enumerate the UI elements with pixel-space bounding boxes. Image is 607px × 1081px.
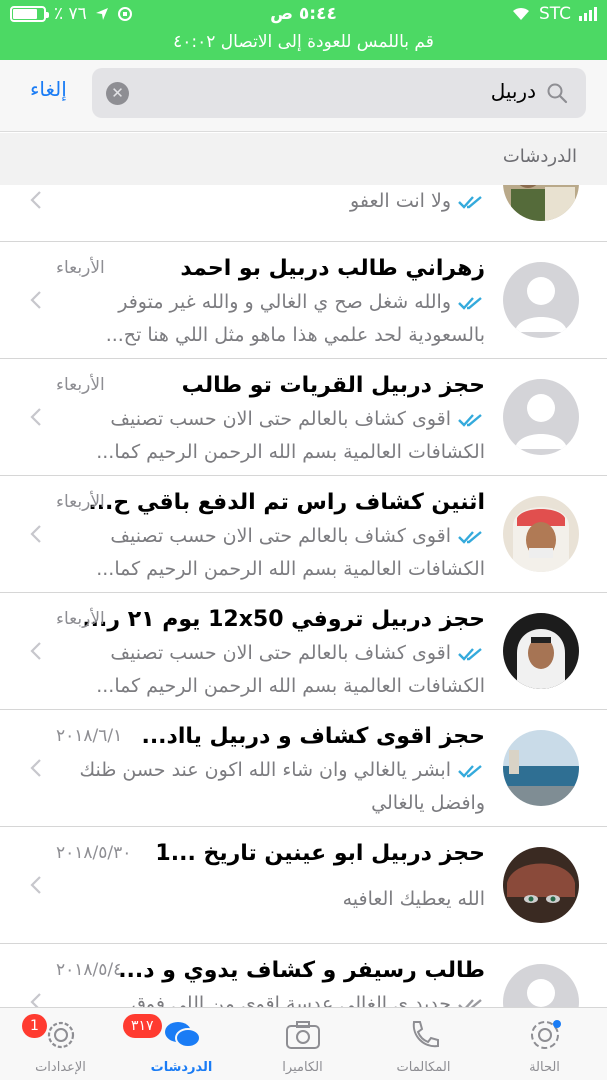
tab-chats[interactable]: ٣١٧ الدردشات [121, 1008, 242, 1081]
read-receipt-icon [458, 530, 482, 544]
chevron-left-icon [30, 291, 41, 309]
tab-settings[interactable]: 1 الإعدادات [0, 1008, 121, 1081]
tab-label: المكالمات [396, 1060, 451, 1075]
chat-row[interactable]: طالب رسيفر و كشاف يدوي و د... ٢٠١٨/٥/٤ ح… [0, 944, 607, 1007]
read-receipt-icon [458, 647, 482, 661]
chat-row[interactable]: ولا انت العفو [0, 185, 607, 242]
chat-date: الأربعاء [56, 609, 105, 629]
avatar [503, 613, 579, 689]
chat-preview: اقوى كشاف بالعالم حتى الان حسب تصنيف الك… [96, 525, 485, 580]
read-receipt-icon [458, 195, 482, 209]
chat-list[interactable]: ولا انت العفو زهراني طالب دربيل بو احمد … [0, 185, 607, 1007]
chat-preview: الله يعطيك العافيه [342, 888, 485, 910]
clear-search-icon[interactable]: ✕ [106, 82, 129, 105]
chat-name: حجز اقوى كشاف و دربيل يااد... [141, 724, 485, 749]
read-receipt-icon [458, 296, 482, 310]
chat-name: اثنين كشاف راس تم الدفع باقي ح... [88, 490, 485, 515]
tab-calls[interactable]: المكالمات [363, 1008, 484, 1081]
chat-row[interactable]: اثنين كشاف راس تم الدفع باقي ح... الأربع… [0, 476, 607, 593]
chats-badge: ٣١٧ [123, 1014, 162, 1038]
section-title: الدردشات [502, 146, 577, 167]
chat-row[interactable]: حجز دربيل ابو عينين تاريخ ...1 ٢٠١٨/٥/٣٠… [0, 827, 607, 944]
search-input[interactable]: ✕ دربيل [92, 68, 586, 118]
chat-name: طالب رسيفر و كشاف يدوي و د... [118, 958, 485, 983]
chevron-left-icon [30, 642, 41, 660]
search-area: إلغاء ✕ دربيل [0, 60, 607, 132]
search-icon [547, 83, 568, 104]
return-to-call-banner[interactable]: قم باللمس للعودة إلى الاتصال ٤٠:٠٢ [0, 32, 607, 52]
chat-date: الأربعاء [56, 258, 105, 278]
chat-name: حجز دربيل ابو عينين تاريخ ...1 [155, 841, 485, 866]
avatar [503, 496, 579, 572]
tab-label: الحالة [529, 1060, 560, 1075]
read-receipt-icon [458, 764, 482, 778]
settings-badge: 1 [22, 1014, 47, 1038]
avatar [503, 185, 579, 221]
status-bar: ٪ ٧٦ ٥:٤٤ ص STC قم باللمس للعودة إلى الا… [0, 0, 607, 60]
chevron-left-icon [30, 191, 41, 209]
read-receipt-icon [458, 413, 482, 427]
tab-status[interactable]: الحالة [484, 1008, 605, 1081]
avatar [503, 847, 579, 923]
delivered-receipt-icon [458, 998, 482, 1007]
chevron-left-icon [30, 993, 41, 1007]
chevron-left-icon [30, 876, 41, 894]
avatar [503, 262, 579, 338]
tab-camera[interactable]: الكاميرا [242, 1008, 363, 1081]
tab-label: الدردشات [150, 1060, 213, 1075]
tab-label: الإعدادات [35, 1060, 86, 1075]
section-header: الدردشات [0, 133, 607, 185]
chat-row[interactable]: حجز دربيل القريات تو طالب الأربعاء اقوى … [0, 359, 607, 476]
status-icon [530, 1020, 561, 1049]
chat-preview: ابشر يالغالي وان شاء الله اكون عند حسن ظ… [79, 759, 485, 814]
chat-preview: ولا انت العفو [350, 190, 451, 212]
chat-preview: والله شغل صح ي الغالي و والله غير متوفر … [105, 291, 485, 346]
chat-preview: حديد ي الغالي عدسة اقوى من اللي فوق [131, 993, 451, 1007]
avatar [503, 964, 579, 1007]
tab-label: الكاميرا [282, 1060, 323, 1075]
camera-icon [285, 1021, 320, 1049]
chat-name: حجز دربيل القريات تو طالب [181, 373, 485, 398]
chat-date: ٢٠١٨/٥/٤ [56, 960, 123, 980]
avatar [503, 379, 579, 455]
avatar [503, 730, 579, 806]
cancel-button[interactable]: إلغاء [30, 77, 67, 101]
chevron-left-icon [30, 759, 41, 777]
chat-row[interactable]: حجز دربيل تروفي 12x50 يوم ٢١ ر... الأربع… [0, 593, 607, 710]
chevron-left-icon [30, 525, 41, 543]
tab-bar: 1 الإعدادات ٣١٧ الدردشات الكاميرا المكال… [0, 1007, 607, 1080]
chat-date: ٢٠١٨/٥/٣٠ [56, 843, 132, 863]
chat-name: زهراني طالب دربيل بو احمد [180, 256, 485, 281]
chat-row[interactable]: زهراني طالب دربيل بو احمد الأربعاء والله… [0, 242, 607, 359]
signal-icon [579, 7, 597, 21]
chat-preview: اقوى كشاف بالعالم حتى الان حسب تصنيف الك… [96, 642, 485, 697]
chat-row[interactable]: حجز اقوى كشاف و دربيل يااد... ٢٠١٨/٦/١ ا… [0, 710, 607, 827]
phone-icon [412, 1021, 439, 1048]
chat-name: حجز دربيل تروفي 12x50 يوم ٢١ ر... [82, 607, 485, 632]
chats-icon [164, 1022, 201, 1048]
chevron-left-icon [30, 408, 41, 426]
chat-preview: اقوى كشاف بالعالم حتى الان حسب تصنيف الك… [96, 408, 485, 463]
search-query[interactable]: دربيل [491, 79, 536, 103]
chat-date: ٢٠١٨/٦/١ [56, 726, 123, 746]
chat-date: الأربعاء [56, 375, 105, 395]
chat-date: الأربعاء [56, 492, 105, 512]
wifi-icon [512, 7, 529, 21]
carrier-name: STC [538, 4, 571, 24]
